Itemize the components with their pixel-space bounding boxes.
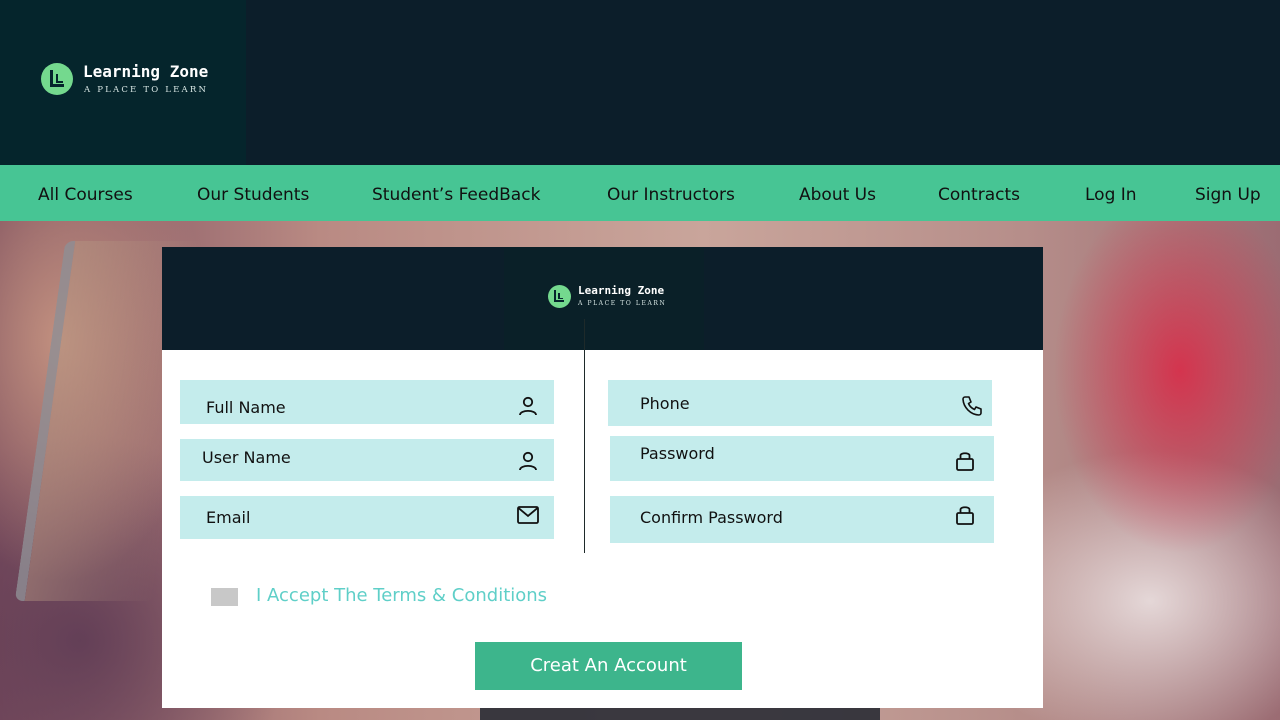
signup-card: Learning Zone A PLACE TO LEARN Full Name… <box>162 247 1043 708</box>
nav-item-contracts[interactable]: Contracts <box>938 165 1020 221</box>
logo-mark-icon <box>548 285 571 308</box>
nav-item-our-instructors[interactable]: Our Instructors <box>607 165 735 221</box>
password-label: Password <box>640 444 715 463</box>
nav-item-all-courses[interactable]: All Courses <box>38 165 133 221</box>
brand-tagline: A PLACE TO LEARN <box>84 85 209 95</box>
main-nav: All Courses Our Students Student’s FeedB… <box>0 165 1280 221</box>
phone-label: Phone <box>640 394 690 413</box>
nav-item-log-in[interactable]: Log In <box>1085 165 1137 221</box>
nav-item-sign-up[interactable]: Sign Up <box>1195 165 1261 221</box>
lock-icon <box>956 452 974 471</box>
terms-checkbox[interactable] <box>211 588 238 606</box>
mail-icon <box>517 506 539 524</box>
full-name-field[interactable]: Full Name <box>180 380 554 424</box>
phone-field[interactable]: Phone <box>608 380 992 426</box>
logo-mark-icon <box>41 63 73 95</box>
full-name-label: Full Name <box>206 398 286 417</box>
confirm-password-label: Confirm Password <box>640 508 783 527</box>
password-field[interactable]: Password <box>610 436 994 481</box>
user-name-field[interactable]: User Name <box>180 439 554 481</box>
top-header: Learning Zone A PLACE TO LEARN <box>0 0 1280 165</box>
nav-item-our-students[interactable]: Our Students <box>197 165 309 221</box>
email-field[interactable]: Email <box>180 496 554 539</box>
nav-item-about-us[interactable]: About Us <box>799 165 876 221</box>
nav-item-student-feedback[interactable]: Student’s FeedBack <box>372 165 540 221</box>
create-account-button[interactable]: Creat An Account <box>475 642 742 690</box>
user-name-label: User Name <box>202 448 291 467</box>
user-icon <box>519 451 537 471</box>
brand-name: Learning Zone <box>83 62 209 81</box>
phone-icon <box>962 396 982 416</box>
terms-label[interactable]: I Accept The Terms & Conditions <box>256 585 547 606</box>
confirm-password-field[interactable]: Confirm Password <box>610 496 994 543</box>
user-icon <box>519 396 537 416</box>
card-header: Learning Zone A PLACE TO LEARN <box>162 247 1043 350</box>
card-brand-name: Learning Zone <box>578 284 665 297</box>
brand-logo[interactable]: Learning Zone A PLACE TO LEARN <box>0 0 246 165</box>
lock-icon <box>956 506 974 525</box>
email-label: Email <box>206 508 251 527</box>
card-brand-logo: Learning Zone A PLACE TO LEARN <box>504 247 704 350</box>
column-divider <box>584 319 585 553</box>
card-brand-tagline: A PLACE TO LEARN <box>578 300 667 307</box>
